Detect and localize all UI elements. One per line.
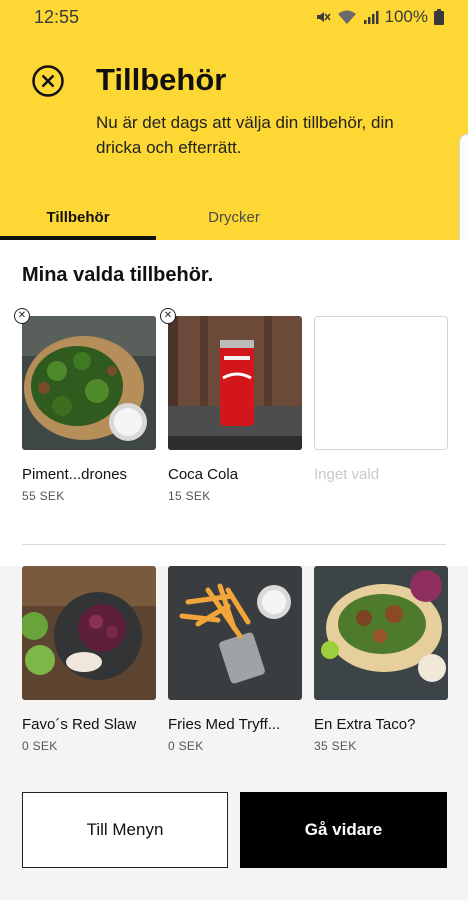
- empty-slot-label: Inget vald: [314, 466, 380, 483]
- option-image: [22, 566, 156, 700]
- status-bar: 12:55 100%: [0, 0, 468, 34]
- wifi-icon: [337, 10, 356, 24]
- options-list: Favo´s Red Slaw 0 SEK Fries Med Tryff...…: [0, 566, 468, 778]
- divider: [22, 544, 446, 545]
- empty-slot: [314, 316, 448, 450]
- option-item[interactable]: Favo´s Red Slaw 0 SEK: [22, 566, 156, 753]
- status-time: 12:55: [34, 6, 80, 27]
- option-name: Fries Med Tryff...: [168, 716, 281, 733]
- battery-icon: [434, 9, 444, 25]
- empty-slot-card: Inget vald: [314, 316, 448, 483]
- item-image: [22, 316, 156, 450]
- close-circle-icon: [32, 65, 64, 97]
- option-image: [314, 566, 448, 700]
- battery-percent: 100%: [384, 7, 428, 26]
- page-subtitle: Nu är det dags att välja din tillbehör, …: [96, 113, 394, 157]
- option-item[interactable]: Fries Med Tryff... 0 SEK: [168, 566, 302, 753]
- signal-icon: [363, 11, 379, 24]
- selected-item[interactable]: Coca Cola 15 SEK: [168, 316, 302, 503]
- tab-tillbehor[interactable]: Tillbehör: [0, 194, 156, 240]
- item-name: Coca Cola: [168, 466, 239, 483]
- continue-button[interactable]: Gå vidare: [240, 792, 447, 868]
- option-price: 35 SEK: [314, 739, 357, 753]
- selected-section-title: Mina valda tillbehör.: [22, 264, 214, 286]
- option-price: 0 SEK: [168, 739, 204, 753]
- selected-item[interactable]: Piment...drones 55 SEK: [22, 316, 156, 503]
- back-to-menu-button[interactable]: Till Menyn: [22, 792, 228, 868]
- option-image: [168, 566, 302, 700]
- option-item[interactable]: En Extra Taco? 35 SEK: [314, 566, 448, 753]
- option-name: En Extra Taco?: [314, 716, 416, 733]
- item-name: Piment...drones: [22, 466, 128, 483]
- selected-panel: Mina valda tillbehör. Piment...drones 55…: [0, 240, 468, 566]
- tab-bar: Tillbehör Drycker: [0, 194, 468, 240]
- page-title: Tillbehör: [96, 62, 227, 97]
- item-price: 15 SEK: [168, 489, 211, 503]
- remove-item-icon[interactable]: ✕: [14, 308, 30, 324]
- mute-icon: [316, 12, 331, 22]
- item-price: 55 SEK: [22, 489, 65, 503]
- header: Tillbehör Nu är det dags att välja din t…: [0, 34, 468, 266]
- status-icons: 100%: [315, 7, 444, 27]
- item-image: [168, 316, 302, 450]
- remove-item-icon[interactable]: ✕: [160, 308, 176, 324]
- tab-drycker[interactable]: Drycker: [156, 194, 312, 240]
- close-button[interactable]: [31, 64, 65, 98]
- option-name: Favo´s Red Slaw: [22, 716, 137, 733]
- bottom-action-bar: Till Menyn Gå vidare: [0, 778, 468, 900]
- option-price: 0 SEK: [22, 739, 58, 753]
